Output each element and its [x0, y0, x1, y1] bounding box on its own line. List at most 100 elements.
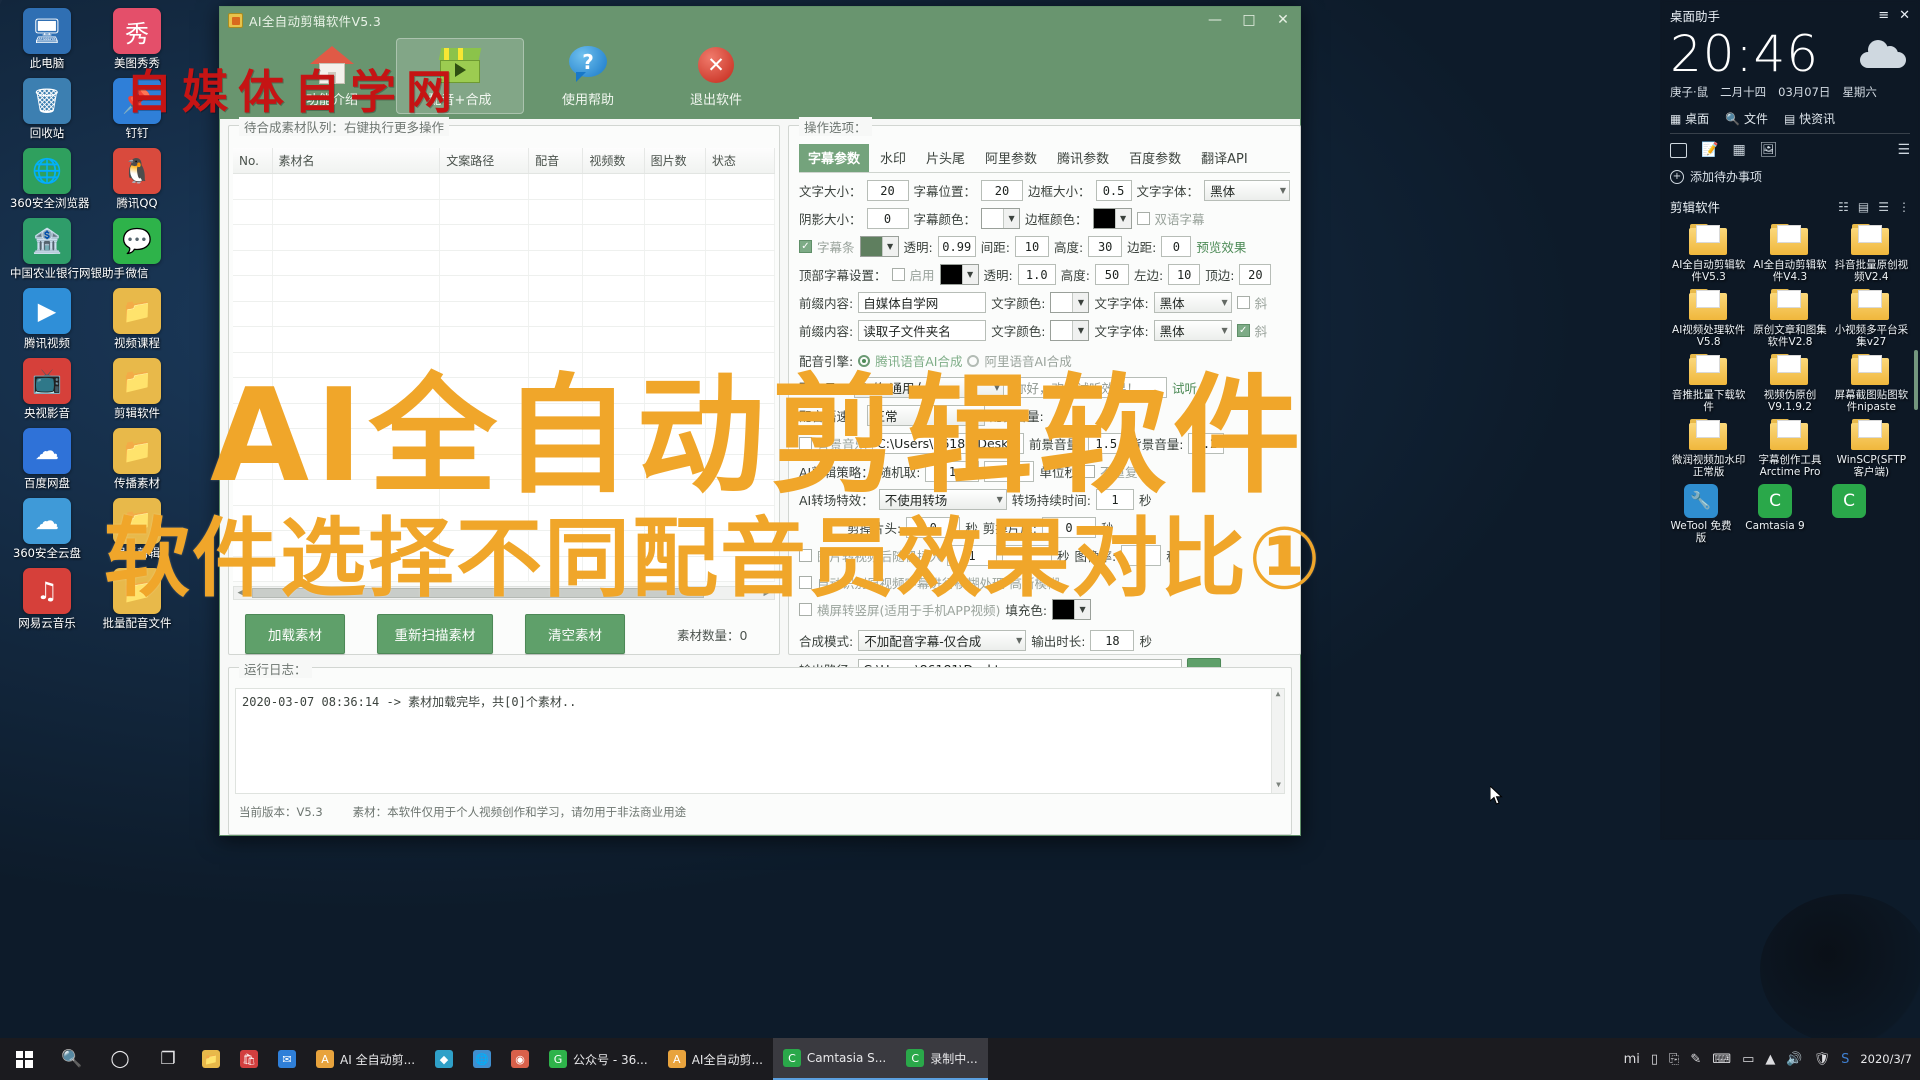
prefix1-font-select[interactable]: 黑体 ▼ [1153, 292, 1232, 313]
desktop-icon[interactable]: 📁 剪辑软件 [98, 354, 176, 420]
start-button[interactable] [0, 1038, 48, 1080]
prefix2-italic-checkbox[interactable]: ✓ [1236, 324, 1250, 337]
bar-gap-input[interactable]: 10 [1014, 236, 1049, 257]
queue-column-header[interactable]: 状态 [706, 148, 776, 173]
tray-clock[interactable]: 2020/3/7 [1860, 1052, 1912, 1066]
img2video-v1-input[interactable]: 1 [947, 545, 998, 566]
tab-5[interactable]: 百度参数 [1120, 144, 1190, 172]
sidebar-app-item[interactable]: C Camtasia 9 [1744, 484, 1806, 544]
desktop-icon[interactable]: 🗑 回收站 [8, 74, 86, 140]
taskbar-app[interactable]: 📁 [192, 1038, 230, 1080]
list-icon[interactable]: ☰ [1897, 142, 1910, 158]
cortana-circle-icon[interactable]: ◯ [96, 1038, 144, 1080]
sidebar-folder-item[interactable]: AI全自动剪辑软件V4.3 [1751, 224, 1828, 283]
battery-icon[interactable]: ▯ [1651, 1052, 1658, 1067]
ai-clip-norepeat-checkbox[interactable] [1081, 465, 1095, 478]
scroll-right-arrow[interactable]: ▶ [760, 588, 774, 598]
speed-select[interactable]: 正常 ▼ [866, 405, 985, 426]
sort-icon[interactable]: ☰ [1878, 200, 1889, 214]
voice-select[interactable]: 智伦-通用女声 ▼ [854, 377, 1005, 398]
ribbon-item-exit[interactable]: ✕ 退出软件 [652, 38, 780, 114]
table-row[interactable] [233, 378, 775, 404]
desktop-icon[interactable]: 📁 传播素材 [98, 424, 176, 490]
search-icon[interactable]: 🔍 [48, 1038, 96, 1080]
usb-icon[interactable]: ⎘ [1669, 1052, 1679, 1067]
maximize-button[interactable]: □ [1232, 7, 1266, 33]
shadow-size-input[interactable]: 0 [866, 208, 909, 229]
queue-column-header[interactable]: No. [233, 148, 273, 173]
frame-icon[interactable] [1670, 142, 1687, 158]
taskbar-app[interactable]: C 录制中... [896, 1038, 988, 1080]
sidebar-folder-item[interactable]: 小视频多平台采集v27 [1833, 289, 1910, 348]
voice-test-input[interactable]: 你好，欢迎试听效果！ [1009, 377, 1168, 398]
table-row[interactable] [233, 352, 775, 378]
sidebar-folder-item[interactable]: WinSCP(SFTP客户端) [1833, 419, 1910, 478]
top-height-input[interactable]: 50 [1094, 264, 1129, 285]
top-subtitle-enable-checkbox[interactable] [891, 268, 905, 281]
desktop-icon[interactable]: 🖥 此电脑 [8, 4, 86, 70]
compose-mode-select[interactable]: 不加配音字幕-仅合成 ▼ [858, 630, 1027, 651]
sidebar-tab-2[interactable]: ▤ 快资讯 [1784, 110, 1835, 127]
bgm-path-input[interactable]: C:\Users\86181\Deskt [872, 433, 1025, 454]
scroll-left-arrow[interactable]: ◀ [234, 588, 248, 598]
subtitle-bar-color-picker[interactable]: ▼ [859, 236, 899, 257]
desktop-icon[interactable]: 💬 微信 [98, 214, 176, 280]
calendar-icon[interactable]: ▦ [1732, 142, 1745, 158]
vertical-checkbox[interactable] [799, 603, 812, 616]
prefix2-font-select[interactable]: 黑体 ▼ [1153, 320, 1232, 341]
font-select[interactable]: 黑体 ▼ [1204, 180, 1291, 201]
scroll-thumb[interactable] [252, 588, 704, 598]
prefix1-color-picker[interactable]: ▼ [1050, 292, 1090, 313]
tab-3[interactable]: 阿里参数 [976, 144, 1046, 172]
subtitle-position-input[interactable]: 20 [981, 180, 1024, 201]
bar-margin-input[interactable]: 0 [1161, 236, 1192, 257]
table-row[interactable] [233, 454, 775, 480]
taskbar-app[interactable]: A AI 全自动剪... [306, 1038, 425, 1080]
desktop-icon[interactable]: 🐧 腾讯QQ [98, 144, 176, 210]
table-row[interactable] [233, 327, 775, 353]
close-button[interactable]: ✕ [1266, 7, 1300, 33]
table-row[interactable] [233, 403, 775, 429]
table-row[interactable] [233, 225, 775, 251]
table-row[interactable] [233, 199, 775, 225]
sidebar-folder-item[interactable]: 视频伪原创V9.1.9.2 [1751, 354, 1828, 413]
sidebar-folder-item[interactable]: 抖音批量原创视频V2.4 [1833, 224, 1910, 283]
close-icon[interactable]: ✕ [1899, 8, 1910, 23]
desktop-icon[interactable]: 📁 视频课程 [98, 284, 176, 350]
bar-alpha-input[interactable]: 0.99 [937, 236, 976, 257]
ai-clip-value-input[interactable]: 1 [925, 461, 980, 482]
queue-column-header[interactable]: 图片数 [645, 148, 706, 173]
volume-icon[interactable]: 🔊 [1786, 1052, 1802, 1067]
ai-clip-unit-input[interactable]: 1 [984, 461, 1035, 482]
rescan-material-button[interactable]: 重新扫描素材 [377, 614, 493, 654]
desktop-icon[interactable]: 🏦 中国农业银行网银助手 [8, 214, 125, 280]
note-icon[interactable]: 📝 [1701, 142, 1718, 158]
image-icon[interactable]: 🖼 [1760, 142, 1778, 158]
prefix1-input[interactable]: 自媒体自学网 [858, 292, 987, 313]
sidebar-app-item[interactable]: C [1818, 484, 1880, 544]
desktop-icon[interactable]: 🌐 360安全浏览器 [8, 144, 89, 210]
taskbar-app[interactable]: G 公众号 - 36... [539, 1038, 658, 1080]
border-color-picker[interactable]: ▼ [1092, 208, 1132, 229]
border-size-input[interactable]: 0.5 [1095, 180, 1132, 201]
queue-column-header[interactable]: 素材名 [273, 148, 441, 173]
top-subtitle-color-picker[interactable]: ▼ [939, 264, 979, 285]
sidebar-tab-0[interactable]: ▦ 桌面 [1670, 110, 1709, 127]
sidebar-folder-item[interactable]: 音推批量下载软件 [1670, 354, 1747, 413]
table-row[interactable] [233, 480, 775, 506]
img2video-checkbox[interactable] [799, 549, 812, 562]
menu-icon[interactable]: ≡ [1878, 8, 1889, 23]
fill-color-picker[interactable]: ▼ [1052, 599, 1092, 620]
trim-tail-input[interactable]: 0 [1041, 517, 1096, 538]
img-rate-input[interactable]: 0 [1121, 545, 1162, 566]
more-menu-icon[interactable]: ⋮ [1898, 200, 1910, 214]
taskbar-app[interactable]: ✉ [268, 1038, 306, 1080]
desktop-icon[interactable]: 📁 批量配音文件 [98, 564, 176, 630]
desktop-icon[interactable]: 📁 娱乐剪辑 [98, 494, 176, 560]
clear-material-button[interactable]: 清空素材 [525, 614, 625, 654]
text-size-input[interactable]: 20 [866, 180, 909, 201]
queue-column-header[interactable]: 视频数 [583, 148, 645, 173]
sidebar-folder-item[interactable]: 微润视频加水印正常版 [1670, 419, 1747, 478]
grid-view-icon[interactable]: ▤ [1858, 200, 1869, 214]
transition-select[interactable]: 不使用转场 ▼ [878, 489, 1007, 510]
